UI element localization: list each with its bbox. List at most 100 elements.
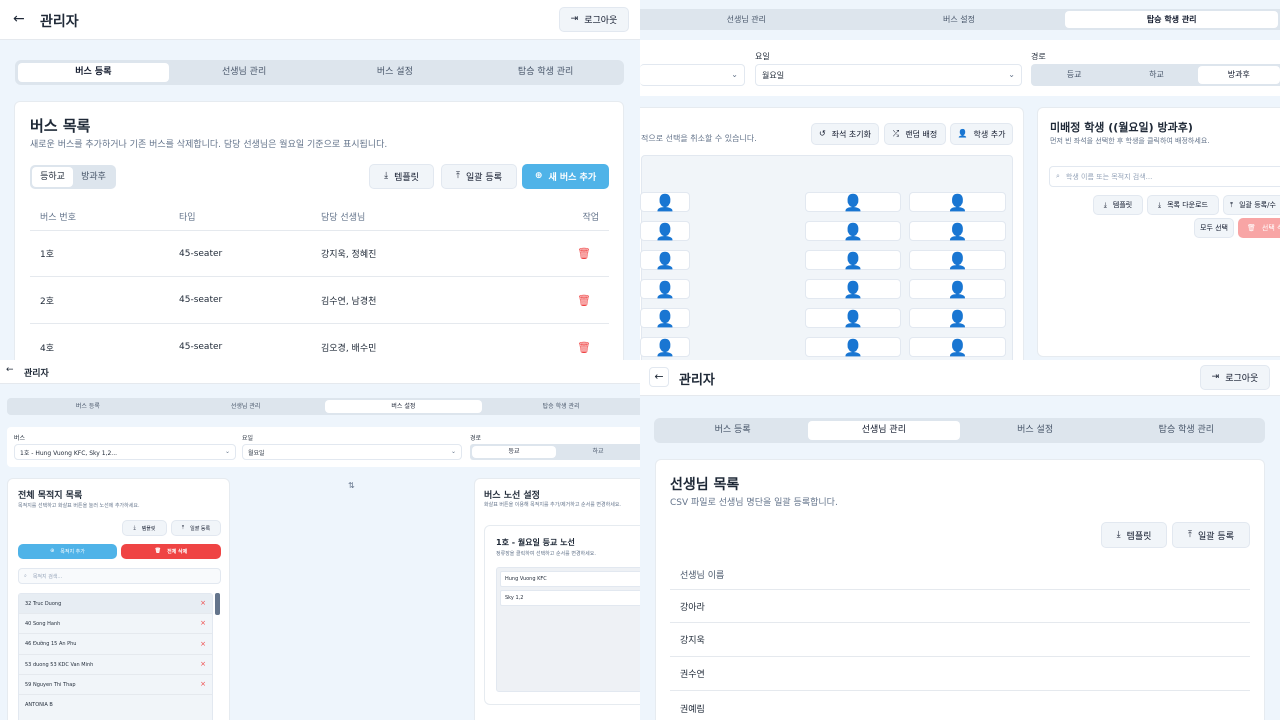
tab-bus-settings[interactable]: 버스 설정 (324, 400, 483, 413)
seat[interactable]: 👤 (805, 250, 901, 270)
trash-icon[interactable]: 🗑 (577, 295, 591, 306)
tab-teacher-manage[interactable]: 선생님 관리 (808, 421, 960, 440)
seat[interactable]: 👤 (909, 308, 1006, 328)
download-icon: ⤓ (1103, 200, 1107, 209)
tab-teacher-manage[interactable]: 선생님 관리 (169, 63, 320, 82)
list-item[interactable]: 32 Truc Duong × (19, 594, 212, 614)
list-item[interactable]: 40 Song Hanh × (19, 614, 212, 634)
toggle-commute[interactable]: 등하교 (32, 167, 73, 187)
close-icon[interactable]: × (200, 661, 206, 668)
tab-teacher-manage[interactable]: 선생님 관리 (167, 400, 325, 413)
toggle-afterschool[interactable]: 방과후 (73, 167, 114, 187)
col-actions: 작업 (582, 212, 599, 223)
day-select[interactable]: 월요일 ⌄ (755, 64, 1022, 86)
random-assign-button[interactable]: ⤮ 랜덤 배정 (884, 123, 946, 145)
seat[interactable]: 👤 (805, 221, 901, 241)
list-scrollbar[interactable] (215, 593, 220, 615)
seat[interactable]: 👤 (909, 279, 1006, 299)
back-arrow-icon[interactable]: ← (13, 12, 25, 26)
unassigned-title: 미배정 학생 ((월요일) 방과후) (1050, 121, 1193, 134)
tab-bus-register[interactable]: 버스 등록 (657, 421, 808, 440)
tab-student-manage[interactable]: 탑승 학생 관리 (1111, 421, 1262, 440)
seat[interactable]: 👤 (640, 337, 690, 357)
bus-select[interactable]: 1호 - Hung Vuong KFC, Sky 1,2... ⌄ (14, 444, 236, 460)
seat[interactable]: 👤 (805, 279, 901, 299)
add-student-button[interactable]: 👤 학생 추가 (950, 123, 1013, 145)
transfer-arrows-icon[interactable]: ⇅ (348, 482, 355, 490)
tab-bus-settings[interactable]: 버스 설정 (853, 11, 1066, 28)
back-button[interactable]: ← (649, 367, 669, 387)
download-list-button[interactable]: ⤓ 목록 다운로드 (1147, 195, 1219, 215)
seat[interactable]: 👤 (640, 221, 690, 241)
destination-search-input[interactable]: ⌕ 목적지 검색... (18, 568, 221, 584)
close-icon[interactable]: × (200, 600, 206, 607)
page-title: 관리자 (24, 369, 49, 379)
reset-seats-button[interactable]: ↺ 좌석 초기화 (811, 123, 879, 145)
seat[interactable]: 👤 (640, 250, 690, 270)
bulk-upload-button[interactable]: ⤒ 일괄 등록 (441, 164, 517, 189)
seat[interactable]: 👤 (640, 192, 690, 212)
list-item[interactable]: 53 duong 53 KDC Van Minh × (19, 655, 212, 675)
route-commute[interactable]: 등교 (1033, 66, 1115, 84)
q1-panel: ← 관리자 ⇥ 로그아웃 버스 등록 선생님 관리 버스 설정 탑승 학생 관리… (0, 0, 640, 360)
tab-bus-register[interactable]: 버스 등록 (9, 400, 167, 413)
tab-student-manage[interactable]: 탑승 학생 관리 (470, 63, 621, 82)
day-select[interactable]: 월요일 ⌄ (242, 444, 462, 460)
seat[interactable]: 👤 (909, 192, 1006, 212)
template-button[interactable]: ⤓ 템플릿 (369, 164, 434, 189)
bus-label: 버스 (14, 435, 26, 442)
seat[interactable]: 👤 (640, 279, 690, 299)
list-item[interactable]: Sky 1,2 (500, 590, 640, 606)
delete-all-button[interactable]: 🗑 전체 삭제 (121, 544, 221, 559)
logout-button[interactable]: ⇥ 로그아웃 (559, 7, 629, 32)
back-arrow-icon[interactable]: ← (6, 366, 14, 375)
close-icon[interactable]: × (200, 640, 206, 648)
seat[interactable]: 👤 (805, 192, 901, 212)
list-item[interactable]: Hung Vuong KFC (500, 571, 640, 587)
seat[interactable]: 👤 (640, 308, 690, 328)
tab-bus-register[interactable]: 버스 등록 (18, 63, 169, 82)
route-title: 버스 노선 설정 (484, 491, 540, 501)
route-afterschool[interactable]: 방과후 (1197, 66, 1280, 84)
trash-icon[interactable]: 🗑 (577, 342, 591, 353)
tab-bus-settings[interactable]: 버스 설정 (320, 63, 471, 82)
bulk-upload-button[interactable]: ⤒ 일괄 등록 (1172, 522, 1250, 548)
add-bus-button[interactable]: ⊕ 새 버스 추가 (522, 164, 609, 189)
col-type: 타입 (179, 212, 196, 223)
route-return[interactable]: 하교 (1115, 66, 1197, 84)
student-search-input[interactable]: ⌕ 학생 이름 또는 목적지 검색... (1049, 166, 1280, 187)
seat[interactable]: 👤 (805, 308, 901, 328)
seat[interactable]: 👤 (909, 337, 1006, 357)
template-button[interactable]: ⤓ 템플릿 (122, 520, 167, 536)
list-item[interactable]: 46 Đường 15 An Phu × (19, 634, 212, 655)
route-return[interactable]: 하교 (556, 446, 640, 458)
list-item[interactable]: ANTONIA B (19, 695, 212, 715)
template-button[interactable]: ⤓ 템플릿 (1093, 195, 1143, 215)
add-destination-button[interactable]: ⊕ 목적지 추가 (18, 544, 117, 559)
cell-type: 45-seater (179, 342, 223, 352)
seat[interactable]: 👤 (909, 221, 1006, 241)
bulk-upload-button[interactable]: ⤒ 일괄 등록/수 (1223, 195, 1280, 215)
tab-bus-settings[interactable]: 버스 설정 (960, 421, 1111, 440)
list-item[interactable]: 59 Nguyen Thi Thap × (19, 675, 212, 695)
tab-teacher-manage[interactable]: 선생님 관리 (640, 11, 853, 28)
cell-bus: 1호 (40, 250, 55, 260)
delete-all-label: 전체 삭제 (167, 549, 188, 555)
tab-student-manage[interactable]: 탑승 학생 관리 (1065, 11, 1279, 28)
col-teachers: 담당 선생님 (321, 212, 366, 223)
close-icon[interactable]: × (200, 681, 206, 688)
close-icon[interactable]: × (200, 620, 206, 627)
tab-student-manage[interactable]: 탑승 학생 관리 (482, 400, 640, 413)
bulk-upload-button[interactable]: ⤒ 일괄 등록 (171, 520, 221, 536)
trash-icon[interactable]: 🗑 (577, 248, 591, 259)
bus-select[interactable]: ⌄ (640, 64, 745, 86)
seat[interactable]: 👤 (805, 337, 901, 357)
logout-button[interactable]: ⇥ 로그아웃 (1200, 365, 1270, 390)
delete-selected-button[interactable]: 🗑 선택 삭 (1238, 218, 1280, 238)
teacher-name: 강아라 (680, 602, 705, 613)
select-all-button[interactable]: 모두 선택 (1194, 218, 1234, 238)
unassigned-card: 미배정 학생 ((월요일) 방과후) 먼저 빈 좌석을 선택한 후 학생을 클릭… (1037, 107, 1280, 357)
template-button[interactable]: ⤓ 템플릿 (1101, 522, 1167, 548)
seat[interactable]: 👤 (909, 250, 1006, 270)
route-commute[interactable]: 등교 (472, 446, 556, 458)
